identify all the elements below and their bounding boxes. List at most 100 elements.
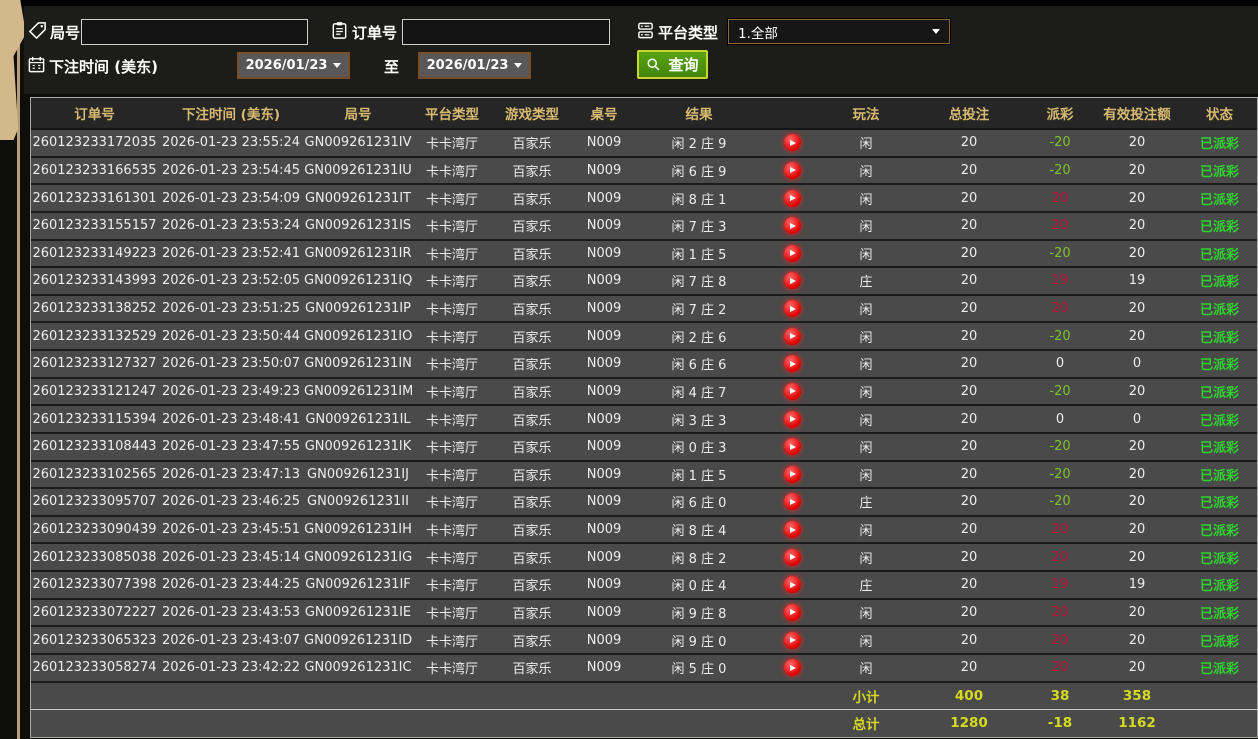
cell-platform: 卡卡湾厅 [412, 294, 492, 324]
replay-play-icon[interactable] [783, 631, 801, 649]
cell-total_bet: 20 [910, 598, 1028, 628]
server-stack-icon [636, 21, 655, 40]
cell-status: 已派彩 [1182, 543, 1257, 572]
cell-table_no: N009 [572, 571, 636, 600]
cell-time: 2026-01-23 23:45:51 [158, 515, 304, 545]
calendar-icon [27, 55, 46, 74]
subtotal-status [1182, 681, 1257, 710]
subtotal-result [636, 681, 762, 710]
replay-play-icon[interactable] [783, 189, 801, 207]
date-from-picker[interactable]: 2026/01/23 [237, 52, 350, 79]
cell-total_bet: 20 [910, 488, 1028, 517]
cell-game: 百家乐 [492, 184, 572, 213]
cell-status: 已派彩 [1182, 211, 1257, 241]
grand_total-round [304, 708, 412, 737]
replay-play-icon[interactable] [783, 465, 801, 483]
cell-valid_bet: 20 [1092, 156, 1182, 186]
cell-time: 2026-01-23 23:50:07 [158, 350, 304, 379]
date-to-picker[interactable]: 2026/01/23 [418, 52, 531, 79]
replay-play-icon[interactable] [783, 382, 801, 400]
platform-type-select[interactable]: 1.全部 [728, 19, 950, 44]
platform-type-label: 平台类型 [658, 24, 719, 42]
cell-time: 2026-01-23 23:44:25 [158, 571, 304, 600]
cell-game: 百家乐 [492, 129, 572, 158]
cell-round: GN009261231IE [304, 598, 412, 628]
play-triangle-icon [789, 195, 796, 202]
cell-status: 已派彩 [1182, 156, 1257, 186]
col-header-result_icon [762, 98, 822, 130]
table-header-row: 订单号 下注时间 (美东) 局号 平台类型 游戏类型 桌号 结果 玩法 总投注 派彩 有效投注额 状态 [31, 98, 1257, 130]
replay-play-icon[interactable] [783, 244, 801, 262]
cell-result_icon [762, 488, 822, 517]
cell-table_no: N009 [572, 488, 636, 517]
cell-payout: 0 [1028, 350, 1092, 379]
cell-payout: -20 [1028, 156, 1092, 186]
cell-platform: 卡卡湾厅 [412, 377, 492, 407]
cell-game: 百家乐 [492, 626, 572, 655]
cell-result_icon [762, 156, 822, 186]
subtotal-order [31, 681, 158, 710]
cell-order: 260123233065323 [31, 626, 158, 655]
cell-time: 2026-01-23 23:45:14 [158, 543, 304, 572]
cell-time: 2026-01-23 23:46:25 [158, 488, 304, 517]
cell-order: 260123233155157 [31, 211, 158, 241]
replay-play-icon[interactable] [783, 327, 801, 345]
cell-table_no: N009 [572, 184, 636, 213]
magnifier-icon [646, 55, 665, 74]
replay-play-icon[interactable] [783, 300, 801, 318]
play-triangle-icon [789, 526, 796, 533]
replay-play-icon[interactable] [783, 438, 801, 456]
cell-payout: 20 [1028, 598, 1092, 628]
cell-valid_bet: 20 [1092, 211, 1182, 241]
cell-result_icon [762, 543, 822, 572]
replay-play-icon[interactable] [783, 410, 801, 428]
cell-time: 2026-01-23 23:47:55 [158, 432, 304, 462]
round-number-input[interactable] [81, 19, 308, 45]
cell-time: 2026-01-23 23:43:07 [158, 626, 304, 655]
bet-record-row: 260123233172035 2026-01-23 23:55:24 GN0092… [31, 129, 1257, 158]
bet-time-label: 下注时间 (美东) [49, 58, 158, 76]
cell-table_no: N009 [572, 377, 636, 407]
cell-table_no: N009 [572, 129, 636, 158]
cell-valid_bet: 20 [1092, 294, 1182, 324]
bet-record-row: 260123233166535 2026-01-23 23:54:45 GN0092… [31, 156, 1257, 186]
cell-status: 已派彩 [1182, 377, 1257, 407]
order-number-input[interactable] [402, 19, 610, 45]
cell-play: 闲 [822, 405, 910, 434]
cell-platform: 卡卡湾厅 [412, 156, 492, 186]
replay-play-icon[interactable] [783, 659, 801, 677]
cell-platform: 卡卡湾厅 [412, 626, 492, 655]
replay-play-icon[interactable] [783, 603, 801, 621]
cell-order: 260123233072227 [31, 598, 158, 628]
replay-play-icon[interactable] [783, 493, 801, 511]
cell-result: 闲 6 庄 0 [636, 488, 762, 517]
cell-platform: 卡卡湾厅 [412, 267, 492, 296]
cell-round: GN009261231IN [304, 350, 412, 379]
replay-play-icon[interactable] [783, 355, 801, 373]
play-triangle-icon [789, 471, 796, 478]
replay-play-icon[interactable] [783, 272, 801, 290]
replay-play-icon[interactable] [783, 161, 801, 179]
cell-round: GN009261231IR [304, 239, 412, 269]
replay-play-icon[interactable] [783, 217, 801, 235]
replay-play-icon[interactable] [783, 134, 801, 152]
cell-order: 260123233095707 [31, 488, 158, 517]
cell-payout: 19 [1028, 571, 1092, 600]
chevron-down-icon [514, 63, 523, 68]
cell-time: 2026-01-23 23:49:23 [158, 377, 304, 407]
cell-total_bet: 20 [910, 653, 1028, 683]
cell-valid_bet: 20 [1092, 598, 1182, 628]
cell-table_no: N009 [572, 460, 636, 490]
grand_total-result_icon [762, 708, 822, 737]
search-button[interactable]: 查询 [637, 50, 708, 79]
cell-valid_bet: 20 [1092, 239, 1182, 269]
cell-play: 闲 [822, 377, 910, 407]
cell-valid_bet: 20 [1092, 184, 1182, 213]
cell-payout: 20 [1028, 626, 1092, 655]
replay-play-icon[interactable] [783, 548, 801, 566]
cell-result_icon [762, 571, 822, 600]
replay-play-icon[interactable] [783, 521, 801, 539]
cell-platform: 卡卡湾厅 [412, 432, 492, 462]
cell-total_bet: 20 [910, 432, 1028, 462]
replay-play-icon[interactable] [783, 576, 801, 594]
